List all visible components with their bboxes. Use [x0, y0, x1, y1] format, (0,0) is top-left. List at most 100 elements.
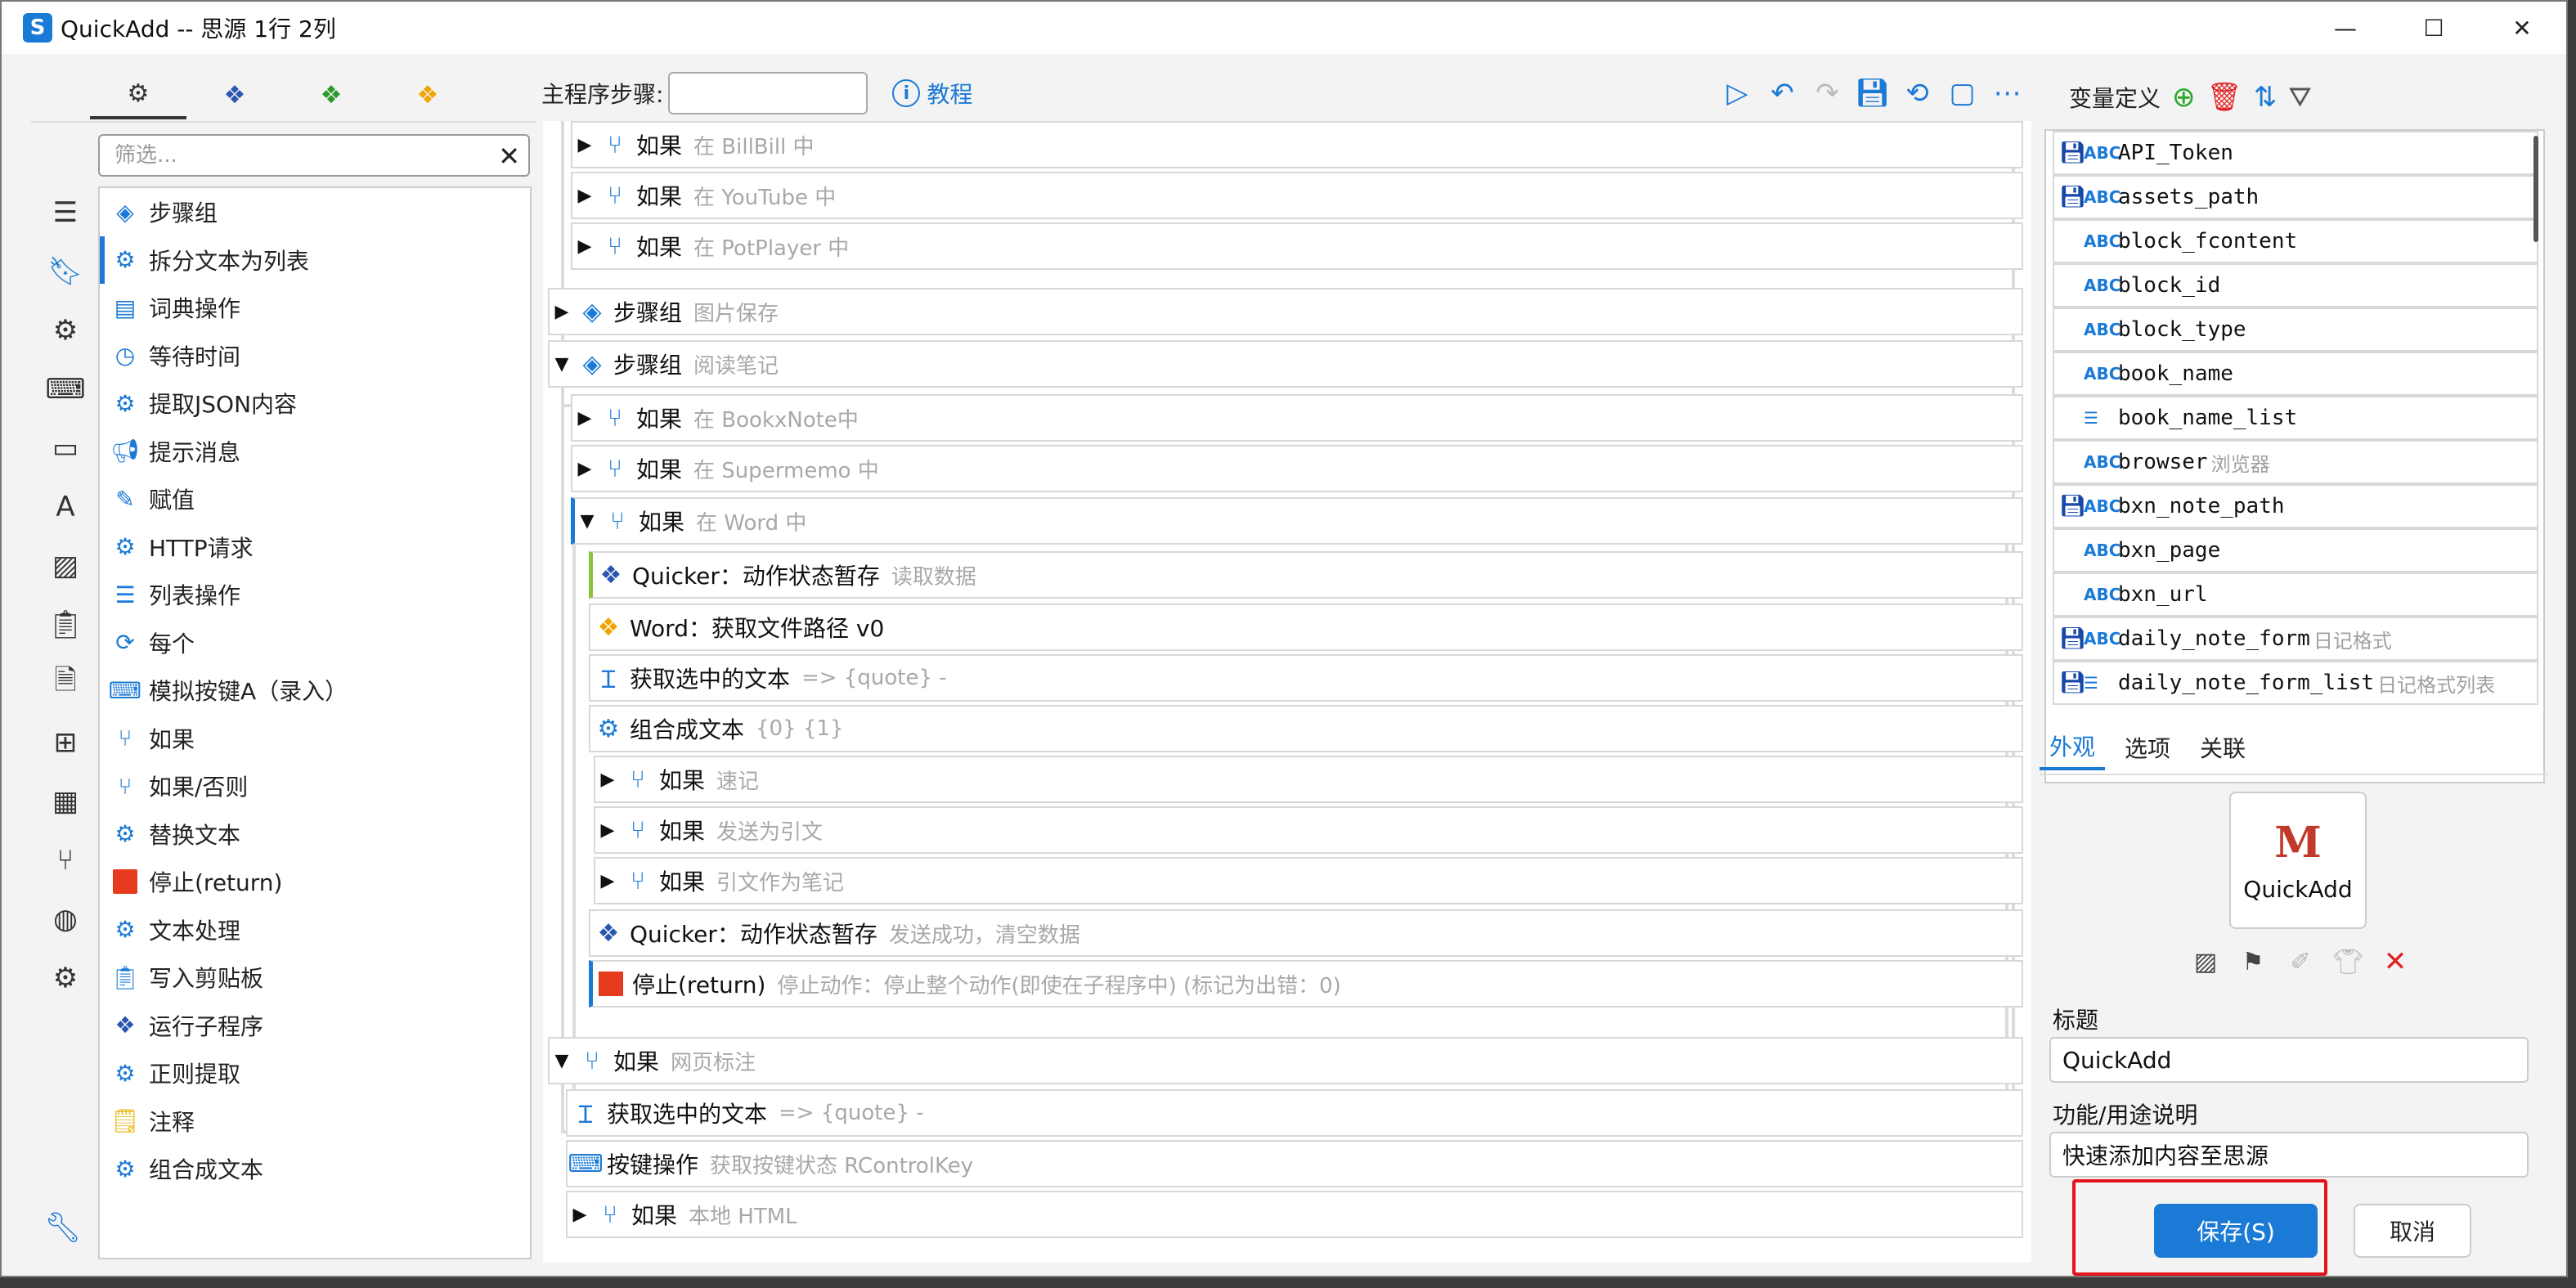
list-item[interactable]: 📢︎ 提示消息: [100, 428, 530, 476]
flow-row[interactable]: ❖ Quicker：动作状态暂存 发送成功，清空数据: [589, 909, 2023, 957]
variable-row[interactable]: ABC block_type: [2053, 307, 2538, 352]
redo-icon[interactable]: ↷: [1805, 70, 1850, 116]
flow-row[interactable]: ⌨ 按键操作 获取按键状态 RControlKey: [566, 1140, 2023, 1187]
flow-row[interactable]: ⚙ 组合成文本 {0} {1}: [589, 705, 2023, 752]
note-icon[interactable]: ▢: [1940, 70, 1985, 116]
list-item[interactable]: ⑂ 如果: [100, 715, 530, 763]
list-item[interactable]: 📋︎ 写入剪贴板: [100, 954, 530, 1002]
list-item[interactable]: ◈ 步骤组: [100, 188, 530, 236]
collapse-icon[interactable]: ▼: [575, 511, 599, 532]
cancel-button[interactable]: 取消: [2354, 1204, 2471, 1258]
list-item[interactable]: ✎ 赋值: [100, 475, 530, 523]
tab-blue-modules[interactable]: ❖: [186, 70, 283, 119]
font-icon[interactable]: A: [34, 478, 96, 536]
tab-builtin-steps[interactable]: ⚙: [90, 70, 186, 119]
expand-icon[interactable]: ▶: [595, 871, 620, 891]
window-icon[interactable]: ▭: [34, 419, 96, 478]
list-item[interactable]: ⚙ 替换文本: [100, 810, 530, 859]
tutorial-link[interactable]: i 教程: [892, 77, 972, 110]
flow-row[interactable]: ▶ ⑂ 如果 速记: [594, 756, 2023, 803]
expand-icon[interactable]: ▶: [595, 820, 620, 841]
more-icon[interactable]: ⋯: [1985, 70, 2030, 116]
flow-row[interactable]: ▶ ⑂ 如果在 BillBill 中: [571, 121, 2023, 168]
list-item[interactable]: ☰ 列表操作: [100, 571, 530, 619]
history-icon[interactable]: ⟲: [1895, 70, 1940, 116]
delete-icon[interactable]: ✕: [2372, 942, 2419, 981]
action-icon-preview[interactable]: M QuickAdd: [2229, 792, 2367, 929]
tab-options[interactable]: 选项: [2115, 725, 2180, 770]
filter-icon[interactable]: ⛛: [2288, 81, 2312, 114]
expand-icon[interactable]: ▶: [595, 770, 620, 790]
settings-icon[interactable]: ⚙: [34, 949, 96, 1008]
list-item[interactable]: 停止(return): [100, 858, 530, 906]
scrollbar[interactable]: [2533, 136, 2538, 242]
collapse-icon[interactable]: ▼: [550, 354, 574, 375]
flow-row[interactable]: ▼ ⑂ 如果在 Word 中: [571, 497, 2023, 545]
flow-row[interactable]: ▶ ⑂ 如果在 Supermemo 中: [571, 445, 2023, 492]
image-icon[interactable]: ▨: [34, 536, 96, 595]
list-item[interactable]: ⚙ 提取JSON内容: [100, 379, 530, 428]
expand-icon[interactable]: ▶: [572, 459, 597, 479]
flow-row[interactable]: ▶ ⑂ 如果在 PotPlayer 中: [571, 222, 2023, 270]
globe-icon[interactable]: ◍: [34, 890, 96, 949]
expand-icon[interactable]: ▶: [572, 236, 597, 257]
tab-orange-modules[interactable]: ❖: [379, 70, 476, 119]
list-item[interactable]: ⚙ HTTP请求: [100, 523, 530, 572]
list-item[interactable]: ⚙ 组合成文本: [100, 1145, 530, 1193]
variable-row[interactable]: ABC browser 浏览器: [2053, 440, 2538, 484]
expand-icon[interactable]: ▶: [572, 186, 597, 206]
variable-row[interactable]: ABC block_id: [2053, 263, 2538, 307]
tab-green-modules[interactable]: ❖: [283, 70, 379, 119]
collapse-icon[interactable]: ▼: [550, 1051, 574, 1071]
list-item[interactable]: ⚙ 正则提取: [100, 1049, 530, 1097]
variable-row[interactable]: ABC block_fcontent: [2053, 219, 2538, 263]
variable-row[interactable]: ABC bxn_page: [2053, 528, 2538, 572]
flow-row[interactable]: ▶ ⑂ 如果 发送为引文: [594, 806, 2023, 854]
flow-row[interactable]: Ɪ 获取选中的文本 => {quote} -: [566, 1089, 2023, 1137]
expand-icon[interactable]: ▶: [572, 408, 597, 429]
clear-filter-icon[interactable]: ✕: [498, 141, 520, 172]
run-icon[interactable]: ▷: [1715, 70, 1760, 116]
flow-row[interactable]: ▶ ◈ 步骤组 图片保存: [548, 288, 2023, 335]
windows-icon[interactable]: ⊞: [34, 713, 96, 772]
minimize-button[interactable]: —: [2301, 2, 2390, 54]
list-item[interactable]: ❖ 运行子程序: [100, 1002, 530, 1050]
sort-icon[interactable]: ⇅: [2254, 81, 2278, 114]
expand-icon[interactable]: ▶: [550, 302, 574, 322]
variable-row[interactable]: 💾︎ ABC bxn_note_path: [2053, 484, 2538, 528]
list-item[interactable]: ▤ 词典操作: [100, 284, 530, 332]
undo-icon[interactable]: ↶: [1760, 70, 1805, 116]
close-button[interactable]: ✕: [2478, 2, 2566, 54]
variable-row[interactable]: 💾︎ ABC API_Token: [2053, 131, 2538, 175]
variable-row[interactable]: ABC book_name: [2053, 352, 2538, 396]
expand-icon[interactable]: ▶: [572, 135, 597, 155]
list-item[interactable]: ◷ 等待时间: [100, 332, 530, 380]
flow-row[interactable]: ▶ ⑂ 如果 本地 HTML: [566, 1191, 2023, 1238]
main-steps-input[interactable]: [668, 72, 868, 114]
image-icon[interactable]: ▨: [2182, 942, 2229, 981]
shirt-icon[interactable]: 👕︎: [2324, 942, 2372, 981]
list-item[interactable]: ⑂ 如果/否则: [100, 762, 530, 810]
list-item[interactable]: ⚙ 拆分文本为列表: [100, 236, 530, 284]
variable-row[interactable]: ABC bxn_url: [2053, 572, 2538, 617]
tab-links[interactable]: 关联: [2190, 725, 2255, 770]
variable-row[interactable]: 💾︎ ☰ daily_note_form_list 日记格式列表: [2053, 661, 2538, 705]
eyedropper-icon[interactable]: ✐: [2277, 942, 2324, 981]
keyboard-icon[interactable]: ⌨: [34, 360, 96, 419]
bookmark-icon[interactable]: 🔖︎: [34, 242, 96, 301]
flow-row[interactable]: ▼ ⑂ 如果 网页标注: [548, 1037, 2023, 1084]
add-variable-icon[interactable]: ⊕: [2172, 81, 2196, 114]
flow-row[interactable]: ❖ Word：获取文件路径 v0: [589, 604, 2023, 651]
variable-row[interactable]: 💾︎ ABC daily_note_form 日记格式: [2053, 617, 2538, 661]
menu-icon[interactable]: ☰: [34, 183, 96, 242]
flow-row[interactable]: ▶ ⑂ 如果 引文作为笔记: [594, 857, 2023, 904]
filter-input[interactable]: [114, 143, 474, 168]
calculator-icon[interactable]: ▦: [34, 772, 96, 831]
branch-icon[interactable]: ⑂: [34, 831, 96, 890]
list-item[interactable]: 🗒︎ 注释: [100, 1097, 530, 1146]
clipboard-icon[interactable]: 📋︎: [34, 595, 96, 654]
list-item[interactable]: ⌨ 模拟按键A（录入）: [100, 666, 530, 715]
save-icon[interactable]: 💾︎: [1850, 70, 1895, 116]
list-item[interactable]: ⚙ 文本处理: [100, 906, 530, 954]
flow-row[interactable]: ❖ Quicker：动作状态暂存 读取数据: [589, 551, 2023, 599]
